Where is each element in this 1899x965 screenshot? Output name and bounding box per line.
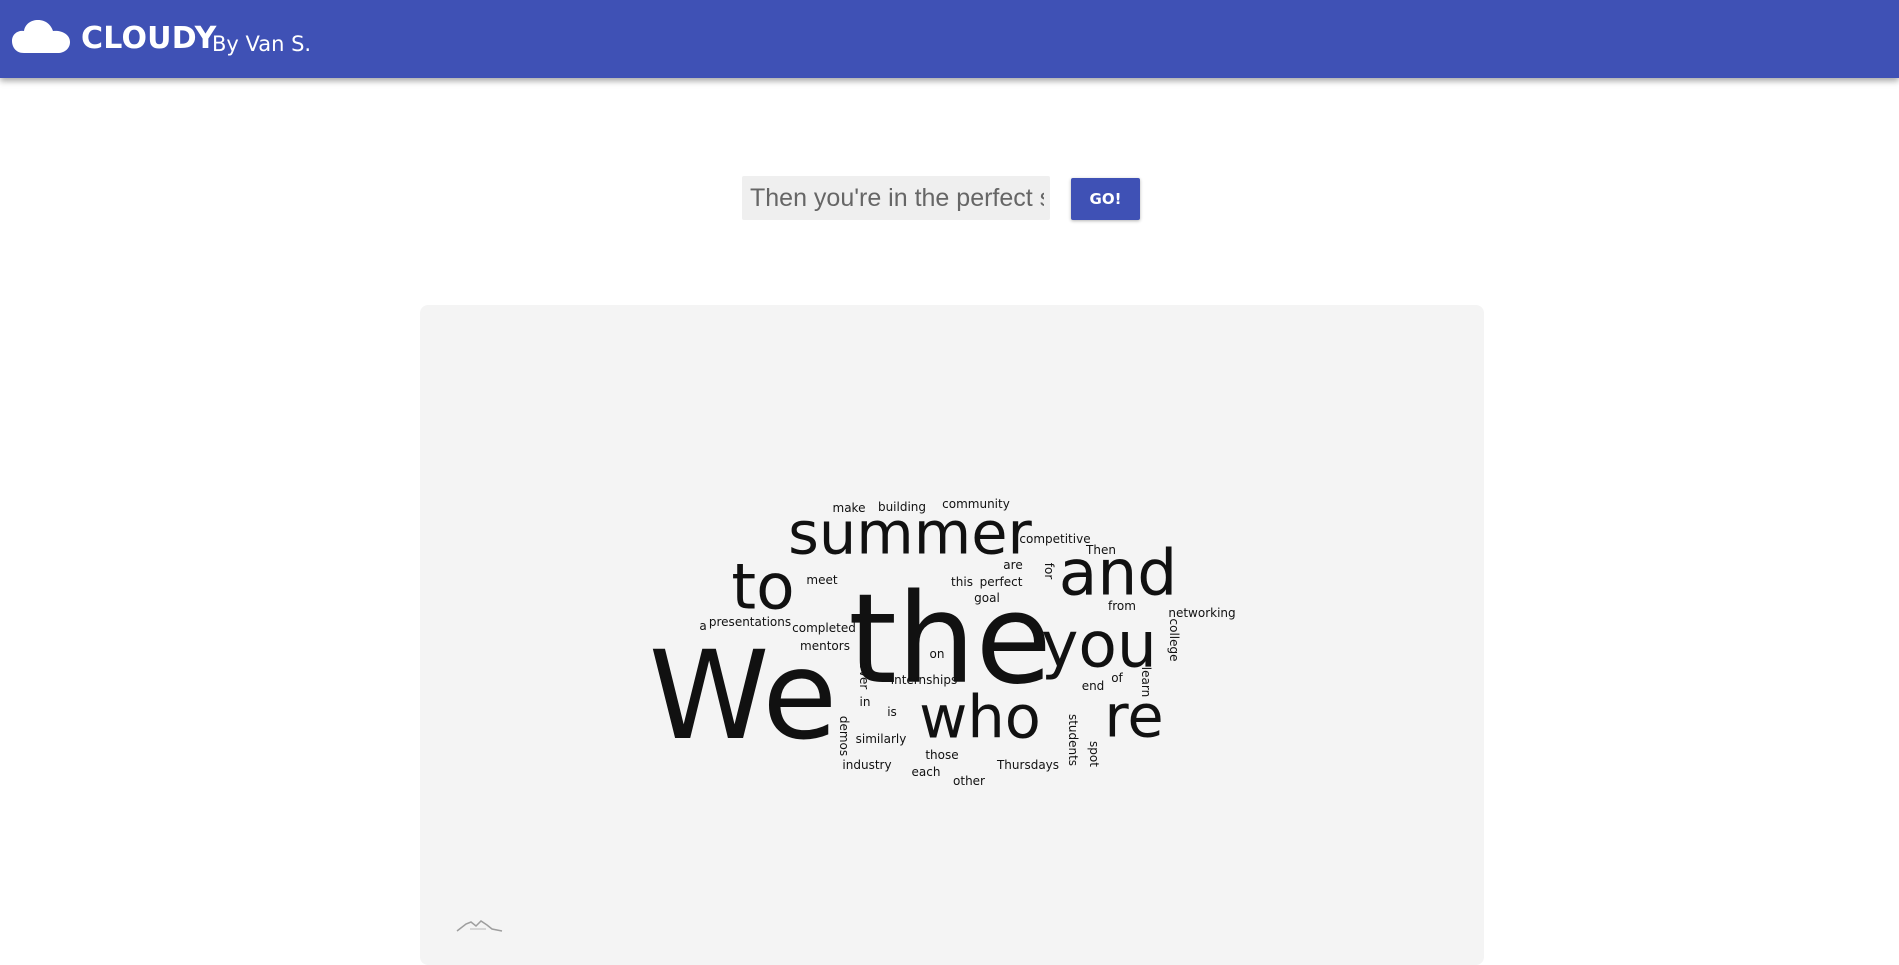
cloud-word-this: this bbox=[951, 575, 973, 589]
cloud-word-over: over bbox=[857, 663, 871, 690]
mountain-icon bbox=[456, 920, 503, 932]
cloud-word-of: of bbox=[1111, 671, 1123, 685]
cloud-word-internships: internships bbox=[891, 673, 957, 687]
cloud-word-completed: completed bbox=[792, 621, 856, 635]
cloud-word-then: Then bbox=[1085, 543, 1116, 557]
cloud-word-for: for bbox=[1042, 563, 1056, 580]
cloud-word-perfect: perfect bbox=[980, 575, 1023, 589]
cloud-word-each: each bbox=[912, 765, 941, 779]
cloud-word-are: are bbox=[1003, 558, 1022, 572]
app-title: CLOUDY bbox=[81, 21, 217, 56]
cloud-word-building: building bbox=[878, 500, 926, 514]
cloud-word-mentors: mentors bbox=[800, 639, 850, 653]
cloud-word-who: who bbox=[919, 683, 1041, 752]
cloud-word-community: community bbox=[942, 497, 1010, 511]
go-button[interactable]: GO! bbox=[1071, 178, 1140, 220]
cloud-word-college: college bbox=[1167, 619, 1181, 662]
cloud-word-from: from bbox=[1108, 599, 1136, 613]
cloud-word-demos: demos bbox=[837, 716, 851, 756]
cloud-word-is: is bbox=[887, 705, 897, 719]
cloud-word-industry: industry bbox=[842, 758, 891, 772]
cloud-word-presentations: presentations bbox=[709, 615, 791, 629]
cloud-word-make: make bbox=[833, 501, 866, 515]
cloud-word-on: on bbox=[930, 647, 945, 661]
cloud-word-students: students bbox=[1066, 714, 1080, 766]
word-cloud-panel: We the summer and to you who re make building comm… bbox=[420, 305, 1484, 965]
author-byline: By Van S. bbox=[212, 32, 312, 56]
cloud-word-other: other bbox=[953, 774, 985, 788]
cloud-word-those: those bbox=[925, 748, 958, 762]
cloud-icon bbox=[12, 20, 70, 53]
app-bar: CLOUDY By Van S. bbox=[0, 0, 1899, 78]
cloud-word-end: end bbox=[1082, 679, 1105, 693]
cloud-word-competitive: competitive bbox=[1019, 532, 1090, 546]
cloud-word-re: re bbox=[1104, 682, 1163, 751]
text-input[interactable] bbox=[742, 176, 1050, 220]
cloud-word-meet: meet bbox=[806, 573, 837, 587]
cloud-word-learn: learn bbox=[1139, 667, 1153, 697]
cloud-word-goal: goal bbox=[974, 591, 1000, 605]
cloud-word-a: a bbox=[699, 619, 706, 633]
cloud-word-thursdays: Thursdays bbox=[996, 758, 1059, 772]
cloud-word-in: in bbox=[860, 695, 871, 709]
cloud-word-similarly: similarly bbox=[856, 732, 907, 746]
cloud-word-spot: spot bbox=[1087, 741, 1101, 767]
word-cloud: We thesummerandtoyouwho remake building comm… bbox=[649, 497, 1236, 788]
cloud-word-to: to bbox=[731, 551, 794, 624]
